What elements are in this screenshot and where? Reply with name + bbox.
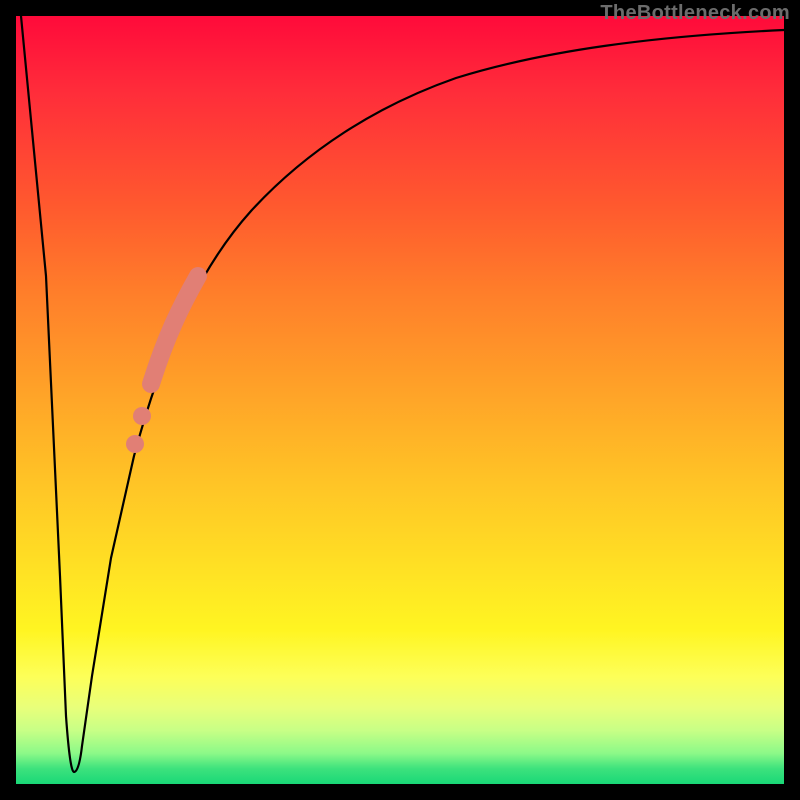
- curve-svg: [16, 16, 784, 784]
- marker-dot-1: [133, 407, 151, 425]
- marker-dot-2: [126, 435, 144, 453]
- bottleneck-curve: [21, 16, 784, 772]
- marker-segment: [151, 276, 198, 384]
- chart-frame: TheBottleneck.com: [0, 0, 800, 800]
- plot-area: [16, 16, 784, 784]
